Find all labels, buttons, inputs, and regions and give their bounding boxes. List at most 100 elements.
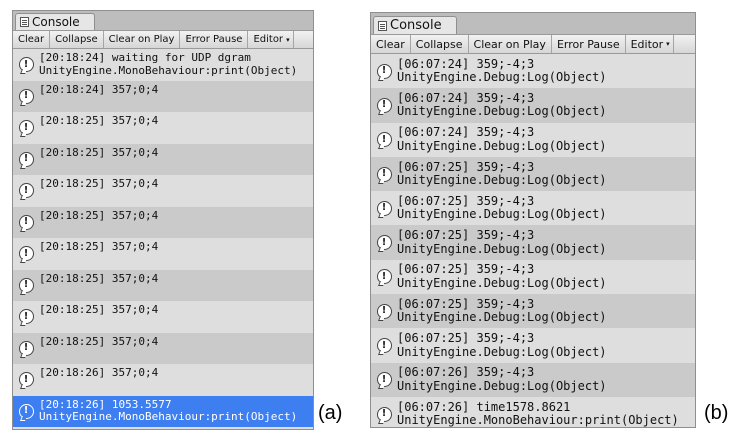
log-entry-text: [20:18:25] 357;0;4 — [39, 145, 159, 159]
console-window-a: Console Clear Collapse Clear on Play Err… — [12, 10, 314, 430]
log-message-icon: ! — [376, 372, 392, 388]
log-entry-message: [20:18:26] 357;0;4 — [39, 364, 158, 379]
collapse-button[interactable]: Collapse — [50, 31, 104, 48]
log-entry-text: [06:07:25] 359;-4;3 — [397, 193, 535, 208]
log-entry-message: [06:07:24] 359;-4;3 UnityEngine.Debug:Log… — [397, 125, 607, 153]
log-entry-icon-slot: ! — [371, 166, 397, 182]
log-entry-row[interactable]: ! [06:07:25] 359;-4;3 UnityEngine.Debug:Lo… — [371, 294, 695, 329]
log-entry-row[interactable]: ! [20:18:25] 357;0;4 — [13, 238, 313, 270]
log-entry-message: [20:18:25] 357;0;4 — [39, 301, 158, 316]
clear-button[interactable]: Clear — [13, 31, 51, 48]
log-entry-row[interactable]: ! [06:07:24] 359;-4;3 UnityEngine.Debug:Lo… — [371, 54, 695, 89]
tab-console[interactable]: Console — [15, 13, 95, 30]
log-entry-icon-slot: ! — [371, 132, 397, 148]
chevron-down-icon: ▾ — [286, 35, 290, 44]
log-message-icon: ! — [376, 132, 392, 148]
collapse-button[interactable]: Collapse — [411, 35, 469, 53]
log-entry-stacktrace: UnityEngine.Debug:Log(Object) — [397, 344, 607, 359]
log-entry-row[interactable]: ! [20:18:26] 357;0;4 — [13, 364, 313, 396]
log-entry-text: [06:07:24] 359;-4;3 — [397, 56, 535, 71]
log-entry-message: [20:18:25] 357;0;4 — [39, 207, 158, 222]
log-message-icon: ! — [376, 63, 392, 79]
log-entry-row[interactable]: ! [20:18:24] 357;0;4 — [13, 80, 313, 112]
log-entry-icon-slot: ! — [13, 120, 39, 136]
log-entry-message: [06:07:26] 359;-4;3 UnityEngine.Debug:Log… — [397, 365, 607, 393]
log-entry-text: [06:07:26] time1578.8621 — [397, 399, 571, 414]
tab-label: Console — [32, 14, 80, 29]
log-entry-message: [06:07:25] 359;-4;3 UnityEngine.Debug:Log… — [397, 331, 607, 359]
log-entry-message: [06:07:24] 359;-4;3 UnityEngine.Debug:Log… — [397, 91, 607, 119]
tab-console[interactable]: Console — [373, 16, 457, 34]
log-entry-text: [20:18:24] waiting for UDP dgram — [39, 51, 251, 65]
log-entry-text: [20:18:26] 357;0;4 — [39, 366, 159, 379]
editor-dropdown-label: Editor — [253, 34, 284, 45]
log-entry-row[interactable]: ! [20:18:25] 357;0;4 — [13, 206, 313, 238]
log-entry-stacktrace: UnityEngine.Debug:Log(Object) — [397, 310, 607, 325]
tab-strip: Console — [13, 11, 313, 31]
log-entry-icon-slot: ! — [371, 303, 397, 319]
log-message-icon: ! — [18, 340, 34, 356]
log-entry-message: [06:07:26] time1578.8621 UnityEngine.Mono… — [397, 399, 679, 427]
log-entry-message: [20:18:25] 357;0;4 — [39, 175, 158, 190]
log-entry-row[interactable]: ! [20:18:25] 357;0;4 — [13, 332, 313, 364]
log-entry-icon-slot: ! — [371, 372, 397, 388]
clear-button[interactable]: Clear — [371, 35, 411, 53]
log-entry-row[interactable]: ! [06:07:24] 359;-4;3 UnityEngine.Debug:Lo… — [371, 122, 695, 157]
log-entry-text: [06:07:26] 359;-4;3 — [397, 365, 535, 380]
log-entry-row[interactable]: ! [06:07:25] 359;-4;3 UnityEngine.Debug:Lo… — [371, 225, 695, 260]
log-entry-stacktrace: UnityEngine.Debug:Log(Object) — [397, 207, 607, 222]
panel-caption-a: (a) — [318, 402, 343, 424]
log-entry-text: [06:07:24] 359;-4;3 — [397, 125, 535, 140]
log-entry-row[interactable]: ! [20:18:25] 357;0;4 — [13, 175, 313, 207]
log-entry-message: [20:18:25] 357;0;4 — [39, 270, 158, 285]
log-entry-message: [06:07:25] 359;-4;3 UnityEngine.Debug:Log… — [397, 193, 607, 222]
log-message-icon: ! — [18, 372, 34, 388]
log-entry-icon-slot: ! — [371, 97, 397, 113]
log-message-icon: ! — [376, 269, 392, 285]
log-entry-text: [20:18:25] 357;0;4 — [39, 208, 159, 222]
error-pause-button[interactable]: Error Pause — [552, 35, 626, 53]
log-message-icon: ! — [376, 338, 392, 354]
editor-dropdown[interactable]: Editor ▾ — [626, 35, 674, 53]
log-entry-row[interactable]: ! [20:18:25] 357;0;4 — [13, 112, 313, 144]
log-list: ! [06:07:24] 359;-4;3 UnityEngine.Debug:Lo… — [371, 54, 695, 427]
log-entry-message: [06:07:24] 359;-4;3 UnityEngine.Debug:Log… — [397, 56, 607, 85]
editor-dropdown-label: Editor — [630, 37, 664, 51]
log-entry-text: [06:07:24] 359;-4;3 — [397, 91, 535, 105]
log-entry-row[interactable]: ! [06:07:25] 359;-4;3 UnityEngine.Debug:Lo… — [371, 156, 695, 192]
log-entry-row[interactable]: ! [06:07:26] 359;-4;3 UnityEngine.Debug:Lo… — [371, 362, 695, 397]
tab-strip: Console — [371, 13, 695, 35]
log-entry-row[interactable]: ! [20:18:25] 357;0;4 — [13, 143, 313, 175]
log-entry-row[interactable]: ! [06:07:25] 359;-4;3 UnityEngine.Debug:Lo… — [371, 191, 695, 226]
log-entry-row[interactable]: ! [20:18:25] 357;0;4 — [13, 269, 313, 301]
log-message-icon: ! — [18, 277, 34, 293]
log-entry-row[interactable]: ! [06:07:25] 359;-4;3 UnityEngine.Debug:Lo… — [371, 259, 695, 295]
log-message-icon: ! — [376, 200, 392, 216]
log-message-icon: ! — [18, 120, 34, 136]
log-entry-text: [06:07:25] 359;-4;3 — [397, 159, 535, 174]
log-message-icon: ! — [18, 246, 34, 262]
console-toolbar: Clear Collapse Clear on Play Error Pause… — [13, 31, 313, 49]
clear-on-play-button[interactable]: Clear on Play — [469, 35, 552, 53]
log-entry-row[interactable]: ! [20:18:25] 357;0;4 — [13, 301, 313, 333]
log-entry-stacktrace: UnityEngine.Debug:Log(Object) — [397, 378, 607, 393]
log-entry-message: [06:07:25] 359;-4;3 UnityEngine.Debug:Log… — [397, 297, 607, 325]
editor-dropdown[interactable]: Editor ▾ — [248, 31, 294, 48]
log-entry-row[interactable]: ! [20:18:24] waiting for UDP dgram UnityEn… — [13, 49, 313, 81]
error-pause-button[interactable]: Error Pause — [180, 31, 249, 48]
log-entry-row[interactable]: ! [06:07:24] 359;-4;3 UnityEngine.Debug:Lo… — [371, 88, 695, 123]
log-entry-stacktrace: UnityEngine.Debug:Log(Object) — [397, 138, 607, 153]
log-message-icon: ! — [376, 406, 392, 422]
log-entry-text: [20:18:25] 357;0;4 — [39, 114, 159, 127]
log-entry-message: [20:18:25] 357;0;4 — [39, 238, 158, 253]
clear-on-play-button[interactable]: Clear on Play — [104, 31, 181, 48]
log-entry-row[interactable]: ! [06:07:25] 359;-4;3 UnityEngine.Debug:Lo… — [371, 328, 695, 363]
log-entry-message: [20:18:24] 357;0;4 — [39, 81, 158, 96]
log-entry-row[interactable]: ! [20:18:26] 1053.5577 UnityEngine.MonoBeh… — [13, 395, 313, 427]
log-entry-text: [20:18:24] 357;0;4 — [39, 82, 159, 96]
log-entry-stacktrace: UnityEngine.MonoBehaviour:print(Object) — [39, 63, 298, 77]
log-entry-row[interactable]: ! [06:07:26] time1578.8621 UnityEngine.Mon… — [371, 396, 695, 427]
log-list: ! [20:18:24] waiting for UDP dgram UnityEn… — [13, 49, 313, 427]
log-message-icon: ! — [376, 97, 392, 113]
log-message-icon: ! — [18, 57, 34, 73]
